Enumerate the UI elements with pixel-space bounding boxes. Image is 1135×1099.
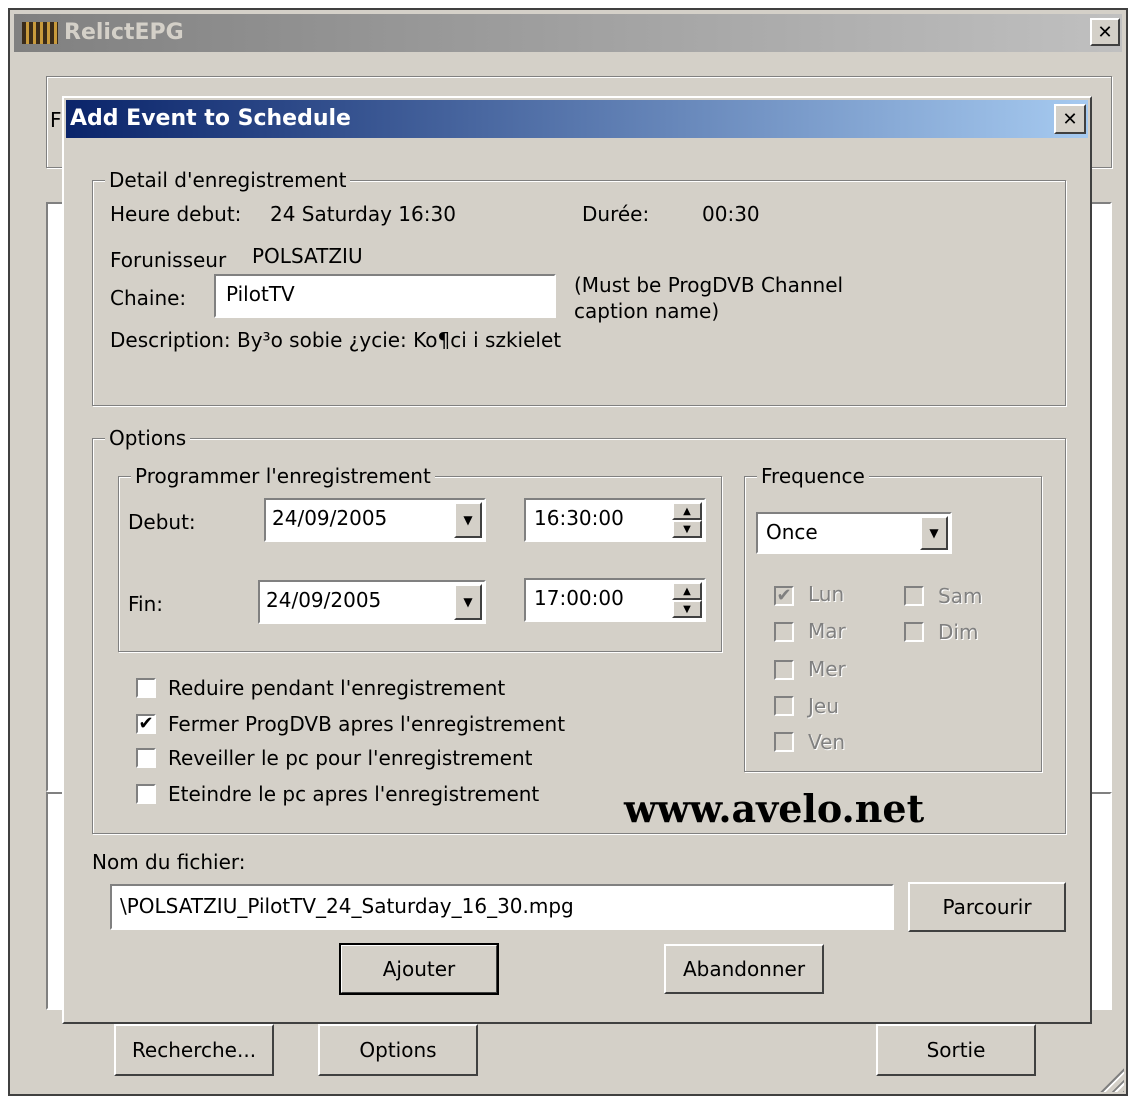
day-sam-checkbox[interactable] xyxy=(904,586,924,606)
option-reveiller-label: Reveiller le pc pour l'enregistrement xyxy=(168,746,533,770)
day-mar-checkbox[interactable] xyxy=(774,622,794,642)
dialog-close-button[interactable]: ✕ xyxy=(1054,104,1086,134)
add-button[interactable]: Ajouter xyxy=(339,943,499,995)
debut-date-dropdown[interactable]: ▼ xyxy=(454,502,482,538)
watermark: www.avelo.net xyxy=(624,786,925,831)
duree-label: Durée: xyxy=(582,202,650,226)
sortie-button-label: Sortie xyxy=(926,1038,986,1062)
day-mer-label: Mer xyxy=(808,657,846,681)
options-group-legend: Options xyxy=(105,425,191,451)
debut-date-value: 24/09/2005 xyxy=(272,506,388,530)
fin-date-dropdown[interactable]: ▼ xyxy=(454,584,482,620)
chevron-down-icon: ▼ xyxy=(463,513,473,527)
close-icon: ✕ xyxy=(1097,21,1113,43)
close-icon: ✕ xyxy=(1062,108,1078,130)
browse-button[interactable]: Parcourir xyxy=(908,882,1066,932)
debut-time-value: 16:30:00 xyxy=(534,506,624,530)
cancel-button[interactable]: Abandonner xyxy=(664,944,824,994)
day-mer-checkbox[interactable] xyxy=(774,660,794,680)
recherche-button-label: Recherche... xyxy=(131,1038,257,1062)
add-event-dialog: Add Event to Schedule ✕ Detail d'enregis… xyxy=(62,96,1092,1024)
fin-date-value: 24/09/2005 xyxy=(266,588,382,612)
fin-date-picker[interactable]: 24/09/2005 ▼ xyxy=(258,580,486,624)
app-icon xyxy=(22,22,58,44)
duree-value: 00:30 xyxy=(702,202,760,226)
option-eteindre-label: Eteindre le pc apres l'enregistrement xyxy=(168,782,540,806)
spin-up-icon[interactable]: ▲ xyxy=(672,502,702,520)
filename-input[interactable]: \POLSATZIU_PilotTV_24_Saturday_16_30.mpg xyxy=(110,884,894,930)
detail-group-legend: Detail d'enregistrement xyxy=(105,167,351,193)
fin-time-value: 17:00:00 xyxy=(534,586,624,610)
day-lun-label: Lun xyxy=(808,582,845,606)
heure-debut-value: 24 Saturday 16:30 xyxy=(270,202,456,226)
frequence-selected: Once xyxy=(766,520,818,544)
day-sam-label: Sam xyxy=(938,584,983,608)
description-text: Description: By³o sobie ¿ycie: Ko¶ci i s… xyxy=(110,328,562,352)
filename-label: Nom du fichier: xyxy=(92,850,246,874)
fin-time-spinner[interactable]: 17:00:00 ▲ ▼ xyxy=(524,578,706,622)
day-jeu-checkbox[interactable] xyxy=(774,696,794,716)
chaine-input[interactable]: PilotTV xyxy=(214,274,556,318)
option-fermer-checkbox[interactable]: ✔ xyxy=(136,714,156,734)
main-top-label: F xyxy=(50,108,62,132)
spin-down-icon[interactable]: ▼ xyxy=(672,520,702,538)
day-ven-checkbox[interactable] xyxy=(774,732,794,752)
spin-up-icon[interactable]: ▲ xyxy=(672,582,702,600)
spin-down-icon[interactable]: ▼ xyxy=(672,600,702,618)
heure-debut-label: Heure debut: xyxy=(110,202,242,226)
option-reveiller-checkbox[interactable] xyxy=(136,748,156,768)
debut-label: Debut: xyxy=(128,510,196,534)
dialog-title-bar: Add Event to Schedule ✕ xyxy=(66,100,1088,138)
option-reduire-label: Reduire pendant l'enregistrement xyxy=(168,676,506,700)
fournisseur-value: POLSATZIU xyxy=(252,244,363,268)
chevron-down-icon: ▼ xyxy=(929,526,939,540)
options-button[interactable]: Options xyxy=(318,1024,478,1076)
day-dim-checkbox[interactable] xyxy=(904,622,924,642)
fournisseur-label: Forunisseur xyxy=(110,248,227,272)
main-title-bar: RelictEPG ✕ xyxy=(14,14,1122,52)
option-eteindre-checkbox[interactable] xyxy=(136,784,156,804)
debut-date-picker[interactable]: 24/09/2005 ▼ xyxy=(264,498,486,542)
debut-time-spin[interactable]: ▲ ▼ xyxy=(672,502,702,538)
cancel-button-label: Abandonner xyxy=(682,957,806,981)
day-ven-label: Ven xyxy=(808,730,846,754)
chaine-label: Chaine: xyxy=(110,286,187,310)
chevron-down-icon: ▼ xyxy=(463,595,473,609)
chaine-input-value: PilotTV xyxy=(226,282,295,306)
option-reduire-checkbox[interactable] xyxy=(136,678,156,698)
options-button-label: Options xyxy=(359,1038,437,1062)
main-title: RelictEPG xyxy=(64,20,184,45)
browse-button-label: Parcourir xyxy=(942,895,1032,919)
day-jeu-label: Jeu xyxy=(808,694,839,718)
day-lun-checkbox[interactable]: ✔ xyxy=(774,586,794,606)
dialog-title: Add Event to Schedule xyxy=(70,106,351,131)
option-fermer-label: Fermer ProgDVB apres l'enregistrement xyxy=(168,712,566,736)
frequence-group-legend: Frequence xyxy=(757,463,869,489)
filename-input-value: \POLSATZIU_PilotTV_24_Saturday_16_30.mpg xyxy=(120,894,574,918)
chaine-note: (Must be ProgDVB Channel caption name) xyxy=(574,273,844,323)
recherche-button[interactable]: Recherche... xyxy=(114,1024,274,1076)
fin-time-spin[interactable]: ▲ ▼ xyxy=(672,582,702,618)
add-button-label: Ajouter xyxy=(382,957,456,981)
main-close-button[interactable]: ✕ xyxy=(1090,18,1120,46)
frequence-select[interactable]: Once ▼ xyxy=(756,512,952,554)
programmer-group-legend: Programmer l'enregistrement xyxy=(131,463,435,489)
debut-time-spinner[interactable]: 16:30:00 ▲ ▼ xyxy=(524,498,706,542)
frequence-dropdown[interactable]: ▼ xyxy=(920,516,948,550)
resize-grip-icon[interactable] xyxy=(1098,1066,1124,1092)
fin-label: Fin: xyxy=(128,592,164,616)
day-mar-label: Mar xyxy=(808,619,846,643)
sortie-button[interactable]: Sortie xyxy=(876,1024,1036,1076)
day-dim-label: Dim xyxy=(938,620,979,644)
